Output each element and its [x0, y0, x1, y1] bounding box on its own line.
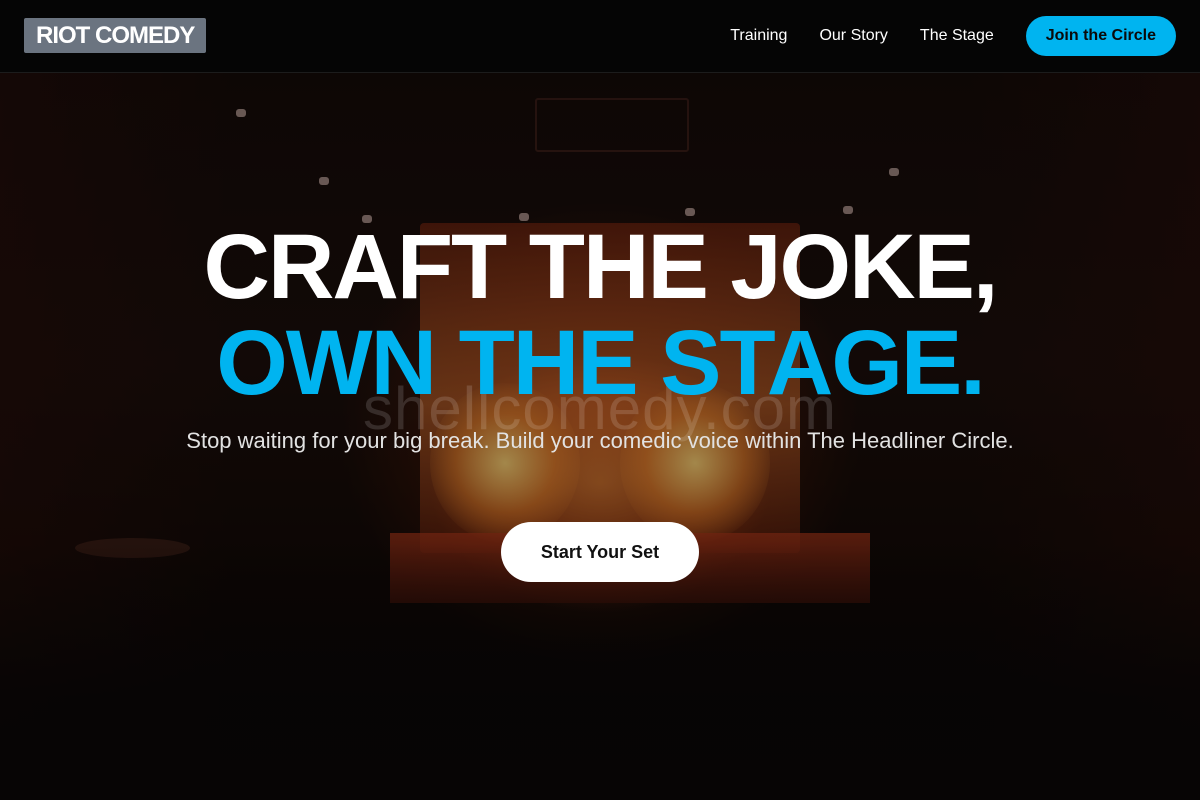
- headline-line-1: CRAFT THE JOKE,: [203, 216, 999, 318]
- top-navbar: RIOT COMEDY Training Our Story The Stage…: [0, 0, 1200, 73]
- page: RIOT COMEDY Training Our Story The Stage…: [0, 0, 1200, 800]
- start-your-set-button[interactable]: Start Your Set: [501, 522, 699, 582]
- hero-subtitle: Stop waiting for your big break. Build y…: [186, 428, 1014, 453]
- nav-link-our-story[interactable]: Our Story: [819, 27, 887, 45]
- join-the-circle-button[interactable]: Join the Circle: [1025, 16, 1176, 56]
- headline-line-2: OWN THE STAGE.: [216, 312, 986, 414]
- site-logo[interactable]: RIOT COMEDY: [24, 18, 207, 53]
- hero-section: CRAFT THE JOKE, OWN THE STAGE. Stop wait…: [0, 73, 1200, 800]
- nav-links: Training Our Story The Stage Join the Ci…: [730, 16, 1176, 56]
- nav-link-training[interactable]: Training: [730, 27, 787, 45]
- nav-link-the-stage[interactable]: The Stage: [920, 27, 994, 45]
